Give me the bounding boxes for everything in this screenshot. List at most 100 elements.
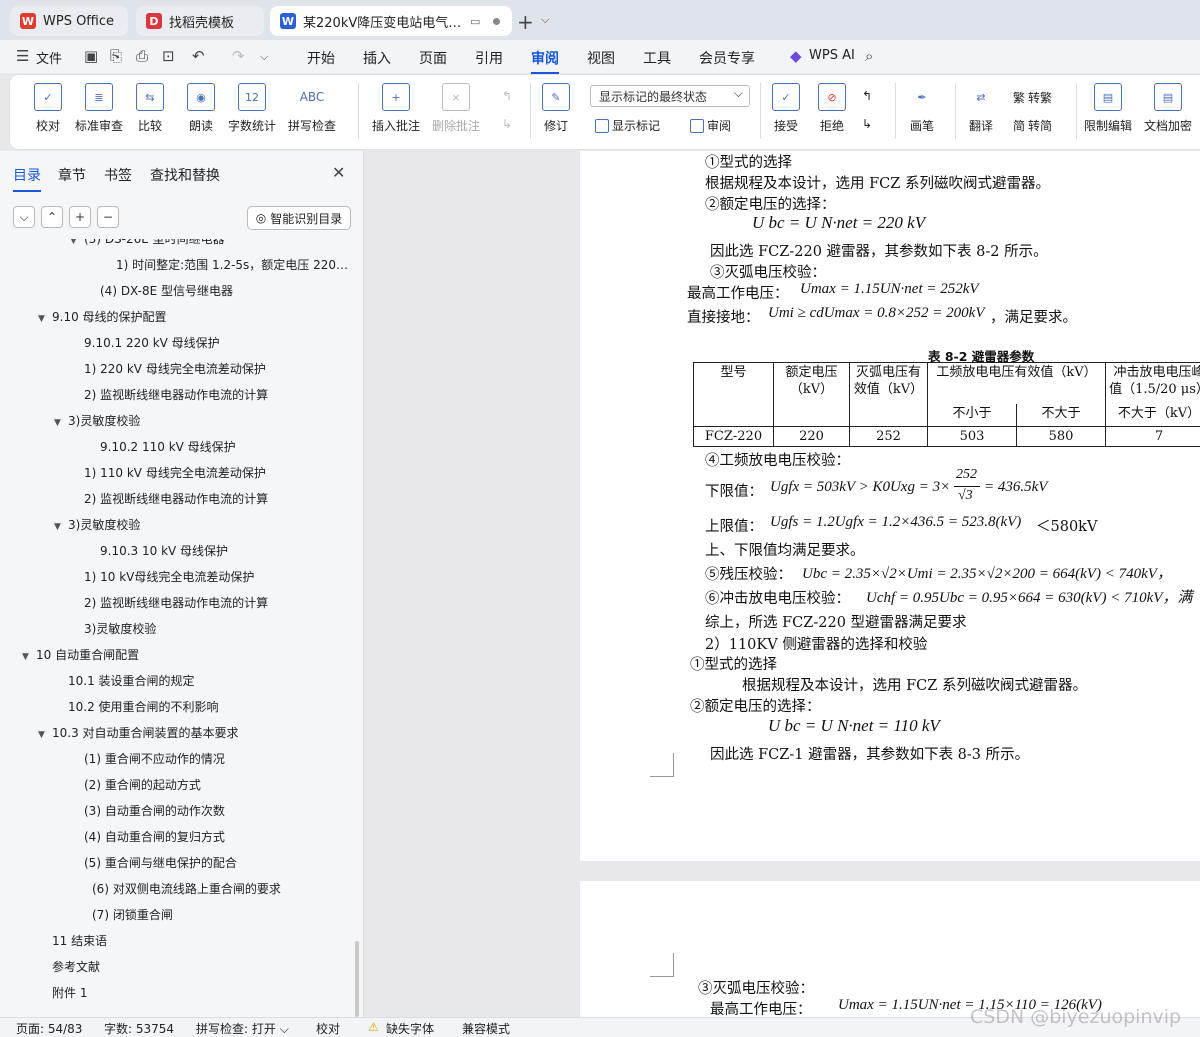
read-aloud-button[interactable]: ◉ 朗读 bbox=[187, 83, 215, 134]
toc-item[interactable]: 2) 监视断线继电器动作电流的计算 bbox=[0, 590, 350, 616]
toc-item[interactable]: (4) 自动重合闸的复归方式 bbox=[0, 824, 350, 850]
toc-item[interactable]: 2) 监视断线继电器动作电流的计算 bbox=[0, 486, 350, 512]
word-count-status[interactable]: 字数: 53754 bbox=[104, 1020, 174, 1037]
new-tab-button[interactable]: + bbox=[517, 10, 534, 34]
proofread-button[interactable]: ✓ 校对 bbox=[34, 83, 62, 134]
delete-comment-button[interactable]: × 删除批注 bbox=[432, 83, 480, 134]
tab-toc[interactable]: 目录 bbox=[13, 165, 41, 192]
tab-wps-office[interactable]: W WPS Office bbox=[10, 6, 128, 36]
menu-tools[interactable]: 工具 bbox=[643, 48, 671, 68]
expand-arrow-icon[interactable]: ▼ bbox=[38, 306, 52, 330]
menu-file[interactable]: 文件 bbox=[36, 48, 62, 67]
expand-arrow-icon[interactable]: ▼ bbox=[22, 644, 36, 668]
toc-item[interactable]: ▼ (3) DS-26E 型时间继电器 bbox=[0, 239, 350, 252]
page-indicator[interactable]: 页面: 54/83 bbox=[16, 1020, 82, 1037]
standard-review-button[interactable]: ≣ 标准审查 bbox=[75, 83, 123, 134]
hamburger-icon[interactable]: ☰ bbox=[16, 47, 29, 65]
tab-find-replace[interactable]: 查找和替换 bbox=[150, 165, 220, 185]
toc-item[interactable]: 9.10.3 10 kV 母线保护 bbox=[0, 538, 350, 564]
remove-heading-button[interactable]: − bbox=[97, 206, 119, 228]
toc-item[interactable]: ▼ 3)灵敏度校验 bbox=[0, 512, 350, 538]
menu-insert[interactable]: 插入 bbox=[363, 48, 391, 68]
toc-item[interactable]: ▼ 10 自动重合闸配置 bbox=[0, 642, 350, 668]
next-change-icon[interactable]: ↳ bbox=[862, 117, 872, 131]
toc-item[interactable]: (7) 闭锁重合闸 bbox=[0, 902, 350, 928]
to-traditional-button[interactable]: 繁转繁 bbox=[1013, 89, 1052, 106]
toc-item[interactable]: ▼ 3)灵敏度校验 bbox=[0, 408, 350, 434]
missing-font-status[interactable]: 缺失字体 bbox=[386, 1020, 434, 1037]
restrict-edit-button[interactable]: ▤ 限制编辑 bbox=[1084, 83, 1132, 134]
toc-scrollbar[interactable] bbox=[355, 941, 359, 1017]
markup-state-select[interactable]: 显示标记的最终状态 bbox=[590, 85, 750, 107]
toc-item[interactable]: (3) 自动重合闸的动作次数 bbox=[0, 798, 350, 824]
screen-icon[interactable]: ▭ bbox=[470, 15, 480, 28]
toc-item[interactable]: 3)灵敏度校验 bbox=[0, 616, 350, 642]
menu-references[interactable]: 引用 bbox=[475, 48, 503, 68]
previous-change-icon[interactable]: ↰ bbox=[862, 89, 872, 103]
document-area[interactable]: ①型式的选择 根据规程及本设计，选用 FCZ 系列磁吹阀式避雷器。 ②额定电压的… bbox=[365, 151, 1200, 1017]
menu-home[interactable]: 开始 bbox=[307, 48, 335, 68]
next-comment-icon[interactable]: ↳ bbox=[502, 117, 512, 131]
review-button[interactable]: 审阅 bbox=[690, 117, 731, 134]
translate-button[interactable]: ⇄ 翻译 bbox=[967, 83, 995, 134]
menu-member[interactable]: 会员专享 bbox=[699, 48, 755, 68]
accept-button[interactable]: ✓ 接受 bbox=[772, 83, 800, 134]
undo-icon[interactable]: ↶ bbox=[192, 47, 205, 65]
menu-review[interactable]: 审阅 bbox=[531, 48, 559, 74]
share-icon[interactable]: ⎘ bbox=[110, 47, 122, 65]
menu-view[interactable]: 视图 bbox=[587, 48, 615, 68]
toc-item[interactable]: 2) 监视断线继电器动作电流的计算 bbox=[0, 382, 350, 408]
print-icon[interactable]: ⎙ bbox=[136, 47, 148, 65]
previous-comment-icon[interactable]: ↰ bbox=[502, 89, 512, 103]
spell-check-button[interactable]: ABC 拼写检查 bbox=[288, 83, 336, 134]
pen-button[interactable]: ✒ 画笔 bbox=[908, 83, 936, 134]
toc-item[interactable]: 1) 220 kV 母线完全电流差动保护 bbox=[0, 356, 350, 382]
word-count-button[interactable]: 12 字数统计 bbox=[228, 83, 276, 134]
doc-encrypt-button[interactable]: ▤ 文档加密 bbox=[1144, 83, 1192, 134]
expand-arrow-icon[interactable]: ▼ bbox=[54, 410, 68, 434]
spell-check-status[interactable]: 拼写检查: 打开 ⌵ bbox=[196, 1020, 289, 1037]
save-icon[interactable]: ▣ bbox=[84, 47, 98, 65]
chevron-down-icon[interactable]: ⌵ bbox=[541, 13, 549, 27]
redo-icon[interactable]: ↷ bbox=[232, 47, 245, 65]
add-heading-button[interactable]: + bbox=[69, 206, 91, 228]
close-icon[interactable]: ✕ bbox=[332, 163, 345, 182]
revise-button[interactable]: ✎ 修订 bbox=[542, 83, 570, 134]
proof-status[interactable]: 校对 bbox=[316, 1020, 340, 1037]
tab-chapters[interactable]: 章节 bbox=[58, 165, 86, 185]
unsaved-dot-icon[interactable] bbox=[493, 17, 501, 25]
collapse-up-button[interactable]: ⌃ bbox=[41, 206, 63, 228]
toc-item[interactable]: 9.10.2 110 kV 母线保护 bbox=[0, 434, 350, 460]
expand-down-button[interactable]: ⌵ bbox=[13, 206, 35, 228]
toc-item[interactable]: ▼ 10.3 对自动重合闸装置的基本要求 bbox=[0, 720, 350, 746]
toc-item[interactable]: 附件 1 bbox=[0, 980, 350, 1006]
tab-docer-templates[interactable]: D 找稻壳模板 bbox=[136, 6, 264, 36]
toc-item[interactable]: (2) 重合闸的起动方式 bbox=[0, 772, 350, 798]
expand-arrow-icon[interactable]: ▼ bbox=[54, 514, 68, 538]
toc-item[interactable]: (5) 重合闸与继电保护的配合 bbox=[0, 850, 350, 876]
menu-wps-ai[interactable]: WPS AI bbox=[809, 48, 855, 63]
expand-arrow-icon[interactable]: ▼ bbox=[70, 239, 84, 252]
tab-bookmarks[interactable]: 书签 bbox=[104, 165, 132, 185]
compare-button[interactable]: ⇆ 比较 bbox=[136, 83, 164, 134]
tab-document[interactable]: W 某220kV降压变电站电气部分设计 ▭ bbox=[270, 6, 512, 36]
smart-toc-button[interactable]: ◎ 智能识别目录 bbox=[247, 206, 351, 230]
expand-arrow-icon[interactable]: ▼ bbox=[38, 722, 52, 746]
toc-item[interactable]: 1) 时间整定:范围 1.2-5s，额定电压 220V ... bbox=[0, 252, 350, 278]
show-markup-button[interactable]: 显示标记 bbox=[595, 117, 660, 134]
toc-item[interactable]: (4) DX-8E 型信号继电器 bbox=[0, 278, 350, 304]
chevron-down-icon[interactable]: ⌵ bbox=[260, 50, 268, 64]
toc-item[interactable]: (1) 重合闸不应动作的情况 bbox=[0, 746, 350, 772]
print-preview-icon[interactable]: ⊡ bbox=[162, 47, 175, 65]
toc-item[interactable]: 11 结束语 bbox=[0, 928, 350, 954]
to-simplified-button[interactable]: 简转简 bbox=[1013, 117, 1052, 134]
search-icon[interactable]: ⌕ bbox=[865, 47, 873, 65]
menu-page[interactable]: 页面 bbox=[419, 48, 447, 68]
toc-item[interactable]: 9.10.1 220 kV 母线保护 bbox=[0, 330, 350, 356]
toc-item[interactable]: 10.1 装设重合闸的规定 bbox=[0, 668, 350, 694]
reject-button[interactable]: ⊘ 拒绝 bbox=[818, 83, 846, 134]
insert-comment-button[interactable]: + 插入批注 bbox=[372, 83, 420, 134]
toc-item[interactable]: (6) 对双侧电流线路上重合闸的要求 bbox=[0, 876, 350, 902]
toc-item[interactable]: 1) 110 kV 母线完全电流差动保护 bbox=[0, 460, 350, 486]
toc-item[interactable]: 参考文献 bbox=[0, 954, 350, 980]
